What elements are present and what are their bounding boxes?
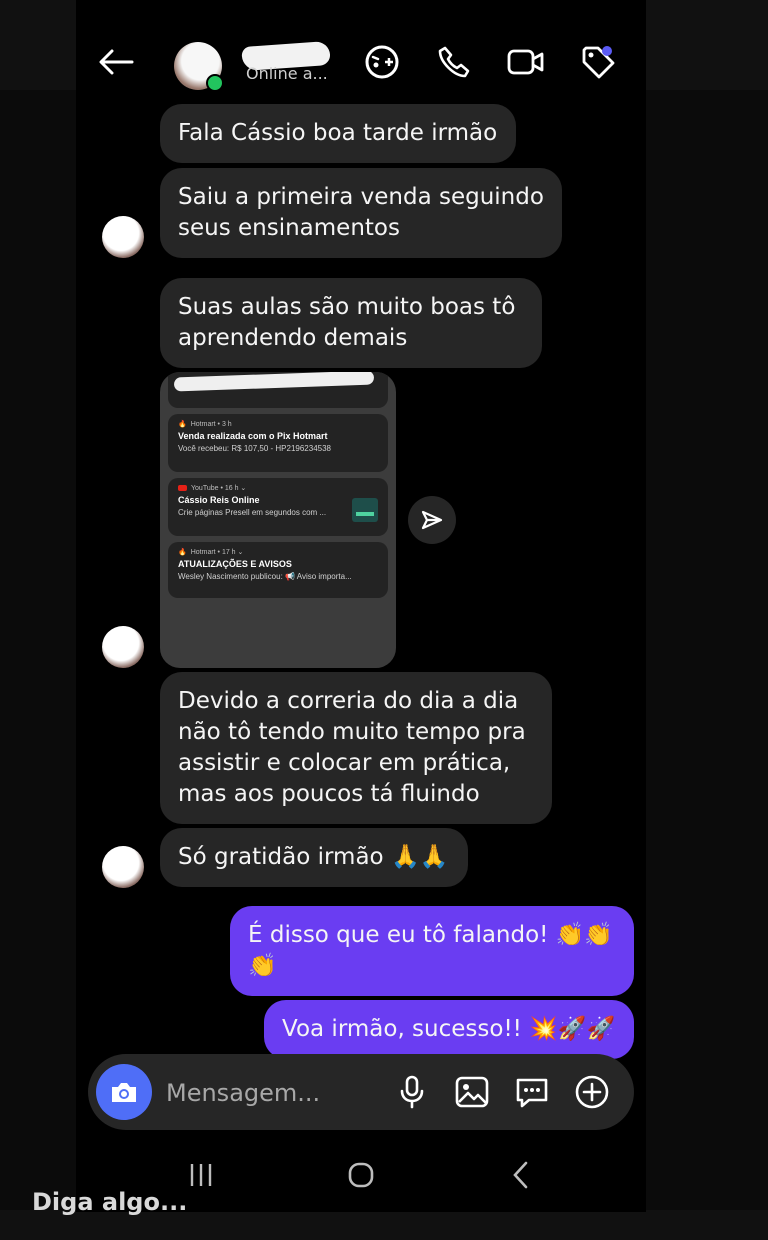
add-icon[interactable]	[570, 1070, 614, 1114]
received-message[interactable]: Saiu a primeira venda seguindo seus ensi…	[160, 168, 562, 258]
notification-body: Wesley Nascimento publicou: 📢 Aviso impo…	[178, 572, 352, 581]
hotmart-flame-icon: 🔥	[178, 549, 187, 556]
notification-app: Hotmart • 17 h ⌄	[190, 549, 244, 556]
tag-icon[interactable]	[576, 40, 620, 84]
message-input[interactable]	[164, 1072, 368, 1114]
sender-avatar[interactable]	[102, 846, 144, 888]
contact-avatar[interactable]	[174, 42, 226, 94]
sender-avatar[interactable]	[102, 216, 144, 258]
notification-card: 🔥 Hotmart • 17 h ⌄ ATUALIZAÇÕES E AVISOS …	[168, 542, 388, 598]
back-icon[interactable]	[496, 1150, 546, 1200]
chat-screen: Online a... Fala Cássio boa tarde irmão …	[76, 0, 646, 1212]
video-camera-icon[interactable]	[504, 40, 548, 84]
notification-body: Você recebeu: R$ 107,50 - HP2196234538	[178, 444, 332, 453]
received-message[interactable]: Só gratidão irmão 🙏🙏	[160, 828, 468, 887]
right-backdrop	[646, 90, 768, 1210]
received-message[interactable]: Fala Cássio boa tarde irmão	[160, 104, 516, 163]
online-indicator	[206, 74, 224, 92]
game-controller-icon[interactable]	[360, 40, 404, 84]
sticker-chat-icon[interactable]	[510, 1070, 554, 1114]
overlay-caption: Diga algo...	[32, 1188, 188, 1216]
notification-card: 🔥 Hotmart • 3 h Venda realizada com o Pix…	[168, 414, 388, 472]
received-message[interactable]: Devido a correria do dia a dia não tô te…	[160, 672, 552, 824]
chat-header: Online a...	[76, 18, 646, 102]
camera-icon[interactable]	[96, 1064, 152, 1120]
youtube-icon	[178, 485, 187, 491]
shared-screenshot[interactable]: Tenho interesse · Não tenho interesse 🔥H…	[160, 372, 396, 668]
phone-icon[interactable]	[432, 40, 476, 84]
notification-title: Cássio Reis Online	[178, 495, 260, 505]
received-message[interactable]: Suas aulas são muito boas tô aprendendo …	[160, 278, 542, 368]
home-icon[interactable]	[336, 1150, 386, 1200]
back-arrow-icon[interactable]	[94, 40, 138, 84]
sent-message[interactable]: É disso que eu tô falando! 👏👏👏	[230, 906, 634, 996]
notification-app: Hotmart • 3 h	[190, 420, 232, 428]
notification-title: Venda realizada com o Pix Hotmart	[178, 431, 328, 441]
sent-message[interactable]: Voa irmão, sucesso!! 💥🚀🚀	[264, 1000, 634, 1059]
notification-dot	[602, 46, 612, 56]
contact-status: Online a...	[246, 64, 328, 83]
message-composer	[88, 1054, 634, 1130]
notification-title: ATUALIZAÇÕES E AVISOS	[178, 559, 292, 569]
notification-card: YouTube • 16 h ⌄ Cássio Reis Online Crie…	[168, 478, 388, 536]
left-backdrop	[0, 90, 76, 1210]
sender-avatar[interactable]	[102, 626, 144, 668]
share-icon[interactable]	[408, 496, 456, 544]
microphone-icon[interactable]	[390, 1070, 434, 1114]
gallery-icon[interactable]	[450, 1070, 494, 1114]
notification-body: Crie páginas Presell em segundos com ...	[178, 508, 327, 517]
notification-app: YouTube • 16 h ⌄	[191, 485, 247, 492]
hotmart-flame-icon: 🔥	[178, 421, 187, 428]
video-thumbnail	[352, 498, 378, 522]
